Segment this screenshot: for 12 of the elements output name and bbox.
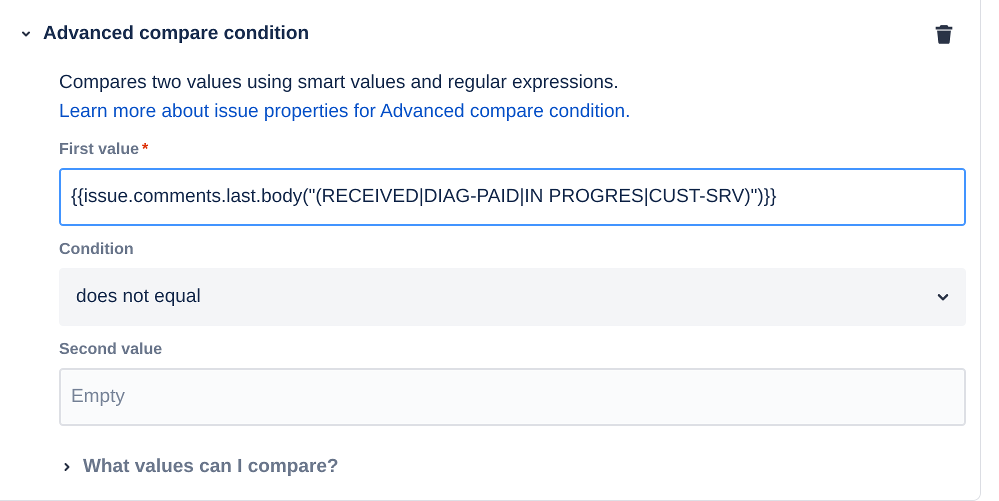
learn-more-link[interactable]: Learn more about issue properties for Advanced compare condition. [59,101,630,122]
required-mark: * [142,141,148,159]
field-label: Condition [59,241,134,259]
delete-icon[interactable] [935,24,953,44]
input-field[interactable]: Empty [59,368,966,426]
description: Compares two values using smart values and regular expressions. Learn more about issue properties for Advanced compare condition. [59,71,632,124]
condition-dropdown[interactable]: does not equal [59,268,966,326]
input-field[interactable]: {{issue.comments.last.body("(RECEIVED|DIAG-PAID|IN PROGRES|CUST-SRV)")}} [59,168,966,226]
panel-title[interactable]: Advanced compare condition [43,23,310,45]
field-label: First value [59,141,140,159]
field-label: Second value [59,341,162,359]
help-toggle[interactable]: What values can I compare? [83,456,339,478]
